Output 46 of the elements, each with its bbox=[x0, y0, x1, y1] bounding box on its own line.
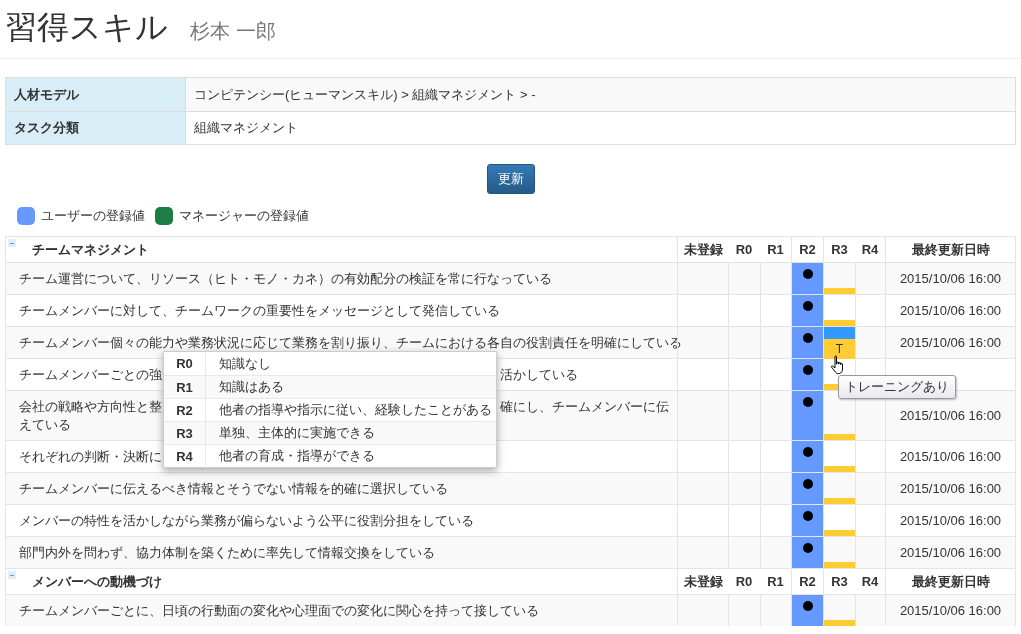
info-label: タスク分類 bbox=[6, 112, 186, 144]
updated-date: 2015/10/06 16:00 bbox=[899, 447, 1002, 466]
updated-date: 2015/10/06 16:00 bbox=[899, 301, 1002, 320]
updated-date: 2015/10/06 16:00 bbox=[899, 511, 1002, 530]
skill-description: チームメンバーに対して、チームワークの重要性をメッセージとして発信している bbox=[19, 302, 500, 320]
level-code: R1 bbox=[164, 375, 206, 399]
level-code: R3 bbox=[164, 421, 206, 445]
level-description: 知識はある bbox=[218, 378, 284, 397]
group-title: メンバーへの動機づけ bbox=[32, 572, 162, 591]
level-description: 単独、主体的に実施できる bbox=[218, 424, 375, 443]
skill-description: それぞれの判断・決断に bbox=[19, 448, 162, 466]
skill-description: チームメンバーに伝えるべき情報とそうでない情報を的確に選択している bbox=[19, 480, 448, 498]
column-header: R0 bbox=[734, 572, 754, 591]
skill-description: チーム運営について、リソース（ヒト・モノ・カネ）の有効配分の検証を常に行なっている bbox=[19, 270, 552, 288]
updated-date: 2015/10/06 16:00 bbox=[899, 601, 1002, 620]
skill-description: 部門内外を問わず、協力体制を築くために率先して情報交換をしている bbox=[19, 544, 435, 562]
legend-label: ユーザーの登録値 bbox=[41, 207, 145, 226]
level-description: 他者の指導や指示に従い、経験したことがある bbox=[218, 401, 492, 420]
column-header: R1 bbox=[766, 572, 785, 591]
level-description: 他者の育成・指導ができる bbox=[218, 447, 375, 466]
skill-description: チームメンバーごとの強 bbox=[19, 366, 162, 384]
info-value: コンピテンシー(ヒューマンスキル) > 組織マネジメント > - bbox=[186, 78, 1015, 111]
legend-label: マネージャーの登録値 bbox=[179, 207, 309, 226]
updated-date: 2015/10/06 16:00 bbox=[899, 406, 1002, 425]
skill-description: メンバーの特性を活かしながら業務が偏らないよう公平に役割分担をしている bbox=[19, 512, 474, 530]
skill-description: 確にし、チームメンバーに伝 bbox=[500, 398, 669, 416]
user-name: 杉本 一郎 bbox=[190, 19, 276, 44]
info-label: 人材モデル bbox=[6, 78, 186, 111]
skill-description: チームメンバーごとに、日頃の行動面の変化や心理面での変化に関心を持って接している bbox=[19, 602, 539, 620]
skill-description: 活かしている bbox=[500, 366, 578, 384]
level-description: 知識なし bbox=[218, 354, 271, 373]
group-title: チームマネジメント bbox=[32, 240, 149, 259]
info-value: 組織マネジメント bbox=[193, 119, 299, 138]
column-header: R0 bbox=[734, 240, 754, 259]
updated-date: 2015/10/06 16:00 bbox=[899, 269, 1002, 288]
column-header: R1 bbox=[766, 240, 785, 259]
column-header: R4 bbox=[860, 572, 880, 591]
tooltip: トレーニングあり bbox=[838, 375, 956, 399]
updated-date: 2015/10/06 16:00 bbox=[899, 333, 1002, 352]
skill-description: えている bbox=[19, 416, 71, 434]
level-code: R4 bbox=[164, 444, 206, 468]
updated-date: 2015/10/06 16:00 bbox=[899, 543, 1002, 562]
column-header: R4 bbox=[860, 240, 880, 259]
updated-date: 2015/10/06 16:00 bbox=[899, 479, 1002, 498]
page-title: 習得スキル bbox=[5, 9, 168, 45]
skill-description: 会社の戦略や方向性と整 bbox=[19, 398, 162, 416]
